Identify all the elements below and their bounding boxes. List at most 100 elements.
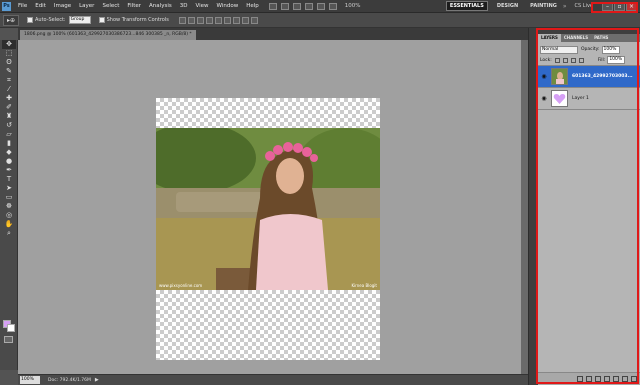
background-color-swatch[interactable]: [7, 324, 15, 332]
vertical-scrollbar[interactable]: [521, 40, 528, 374]
path-selection-tool-icon[interactable]: ➤: [2, 184, 16, 193]
3d-rotate-tool-icon[interactable]: ☸: [2, 202, 16, 211]
menu-select[interactable]: Select: [98, 3, 123, 9]
lock-label: Lock:: [540, 57, 552, 63]
auto-select-checkbox[interactable]: [27, 17, 33, 23]
healing-brush-tool-icon[interactable]: ✚: [2, 94, 16, 103]
tab-channels[interactable]: CHANNELS: [561, 34, 591, 42]
more-workspaces-button[interactable]: »: [563, 3, 567, 10]
status-menu-arrow-icon[interactable]: ▶: [95, 377, 99, 383]
workspace-essentials-button[interactable]: ESSENTIALS: [445, 1, 488, 11]
align-bottom-icon[interactable]: [196, 16, 204, 24]
move-tool-icon[interactable]: ✥: [2, 40, 16, 49]
lock-all-icon[interactable]: [578, 57, 584, 63]
menu-edit[interactable]: Edit: [31, 3, 50, 9]
tab-paths[interactable]: PATHS: [591, 34, 611, 42]
menu-help[interactable]: Help: [242, 3, 263, 9]
auto-select-dropdown[interactable]: Group: [68, 16, 91, 24]
distribute-icon[interactable]: [232, 16, 240, 24]
align-vcenter-icon[interactable]: [187, 16, 195, 24]
document-tab[interactable]: 1806.png @ 100% (601363_429927030386723.…: [20, 30, 196, 40]
menu-analysis[interactable]: Analysis: [145, 3, 176, 9]
align-hcenter-icon[interactable]: [214, 16, 222, 24]
view-extras-icon[interactable]: [292, 2, 301, 10]
zoom-tool-icon-2[interactable]: ⌕: [2, 229, 16, 238]
document-canvas[interactable]: www.pixsyonline.com Kirnea Blogit: [156, 98, 380, 360]
photo-credit-text: www.pixsyonline.com: [159, 283, 203, 288]
new-layer-icon[interactable]: [622, 376, 628, 382]
gradient-tool-icon[interactable]: ▮: [2, 139, 16, 148]
hand-icon[interactable]: [304, 2, 313, 10]
fill-input[interactable]: 100%: [607, 56, 626, 64]
photo-signature-text: Kirnea Blogit: [351, 283, 377, 288]
blend-mode-select[interactable]: Normal: [540, 45, 578, 54]
layer-row-layer-1[interactable]: ◉ Layer 1: [538, 88, 640, 110]
options-bar: ▸⊕ Auto-Select: Group Show Transform Con…: [0, 13, 640, 28]
menu-image[interactable]: Image: [50, 3, 75, 9]
menu-file[interactable]: File: [14, 3, 31, 9]
delete-layer-icon[interactable]: [631, 376, 637, 382]
close-icon[interactable]: ×: [626, 1, 637, 11]
document-info: Doc: 792.4K/1.76M: [48, 377, 91, 383]
rotate-view-icon[interactable]: [328, 2, 337, 10]
layer-name-layer-1[interactable]: Layer 1: [572, 96, 589, 101]
eyedropper-tool-icon[interactable]: ⁄: [2, 85, 16, 94]
new-group-icon[interactable]: [613, 376, 619, 382]
crop-tool-icon[interactable]: ⌗: [2, 76, 16, 85]
layers-footer: [538, 372, 640, 385]
align-right-icon[interactable]: [223, 16, 231, 24]
lock-transparency-icon[interactable]: [554, 57, 560, 63]
lock-pixels-icon[interactable]: [562, 57, 568, 63]
hand-tool-icon[interactable]: ✋: [2, 220, 16, 229]
workspace-design-button[interactable]: DESIGN: [494, 2, 521, 10]
opacity-input[interactable]: 100%: [601, 45, 620, 54]
align-left-icon[interactable]: [205, 16, 213, 24]
clone-stamp-tool-icon[interactable]: ♜: [2, 112, 16, 121]
bridge-icon[interactable]: [268, 2, 277, 10]
auto-align-icon[interactable]: [250, 16, 258, 24]
visibility-eye-icon[interactable]: ◉: [540, 73, 548, 80]
layer-name-photo[interactable]: 601363_42992703003...: [572, 74, 633, 79]
type-tool-icon[interactable]: T: [2, 175, 16, 184]
pen-tool-icon[interactable]: ✒: [2, 166, 16, 175]
collapsed-panel-strip[interactable]: [528, 28, 538, 385]
layer-style-icon[interactable]: [586, 376, 592, 382]
lasso-tool-icon[interactable]: ʘ: [2, 58, 16, 67]
marquee-tool-icon[interactable]: ⬚: [2, 49, 16, 58]
menu-window[interactable]: Window: [213, 3, 243, 9]
adjustment-layer-icon[interactable]: [604, 376, 610, 382]
minimize-icon[interactable]: –: [602, 1, 613, 11]
quick-select-tool-icon[interactable]: ✎: [2, 67, 16, 76]
dodge-tool-icon[interactable]: ●: [2, 157, 16, 166]
restore-icon[interactable]: ▫: [614, 1, 625, 11]
lock-position-icon[interactable]: [570, 57, 576, 63]
quick-mask-icon[interactable]: [4, 336, 13, 343]
tab-layers[interactable]: LAYERS: [538, 34, 561, 42]
menu-filter[interactable]: Filter: [123, 3, 145, 9]
eraser-tool-icon[interactable]: ▱: [2, 130, 16, 139]
cs-live-button[interactable]: CS Live: [575, 3, 593, 9]
menu-3d[interactable]: 3D: [176, 3, 192, 9]
zoom-level-select[interactable]: 100%: [345, 3, 361, 9]
3d-camera-tool-icon[interactable]: ◎: [2, 211, 16, 220]
zoom-tool-icon[interactable]: [316, 2, 325, 10]
layer-mask-icon[interactable]: [595, 376, 601, 382]
workspace-painting-button[interactable]: PAINTING: [527, 2, 560, 10]
align-top-icon[interactable]: [178, 16, 186, 24]
distribute-2-icon[interactable]: [241, 16, 249, 24]
blur-tool-icon[interactable]: ◆: [2, 148, 16, 157]
menu-bar: Ps File Edit Image Layer Select Filter A…: [0, 0, 640, 13]
show-transform-checkbox[interactable]: [98, 17, 105, 23]
brush-tool-icon[interactable]: ✐: [2, 103, 16, 112]
menu-view[interactable]: View: [191, 3, 212, 9]
menu-layer[interactable]: Layer: [75, 3, 98, 9]
visibility-eye-icon-2[interactable]: ◉: [540, 95, 548, 102]
layer-row-photo[interactable]: ◉ 601363_42992703003...: [538, 66, 640, 88]
mini-bridge-icon[interactable]: [280, 2, 289, 10]
zoom-field[interactable]: 100%: [20, 376, 40, 384]
shape-tool-icon[interactable]: ▭: [2, 193, 16, 202]
photoshop-logo-icon: Ps: [2, 1, 11, 11]
move-tool-preset-icon[interactable]: ▸⊕: [3, 14, 19, 26]
history-brush-tool-icon[interactable]: ↺: [2, 121, 16, 130]
link-layers-icon[interactable]: [577, 376, 583, 382]
